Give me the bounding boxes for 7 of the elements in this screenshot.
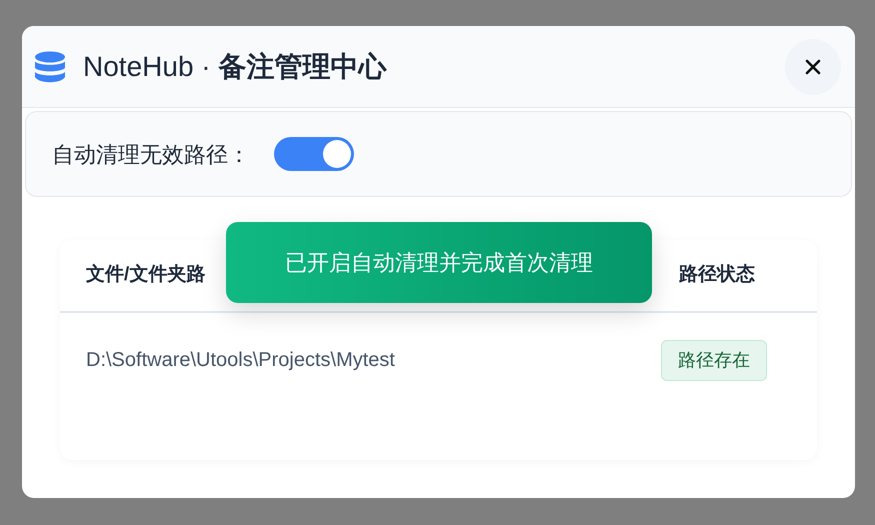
- path-cell-text: D:\Software\Utools\Projects\Mytest: [86, 348, 395, 373]
- column-header: 路径状态: [679, 262, 755, 288]
- column-header: 文件/文件夹路: [86, 262, 206, 288]
- auto-clean-label: 自动清理无效路径：: [52, 140, 250, 168]
- dialog-title: NoteHub · 备注管理中心: [83, 50, 386, 84]
- status-badge: 路径存在: [661, 340, 767, 380]
- toast-message: 已开启自动清理并完成首次清理: [285, 249, 593, 277]
